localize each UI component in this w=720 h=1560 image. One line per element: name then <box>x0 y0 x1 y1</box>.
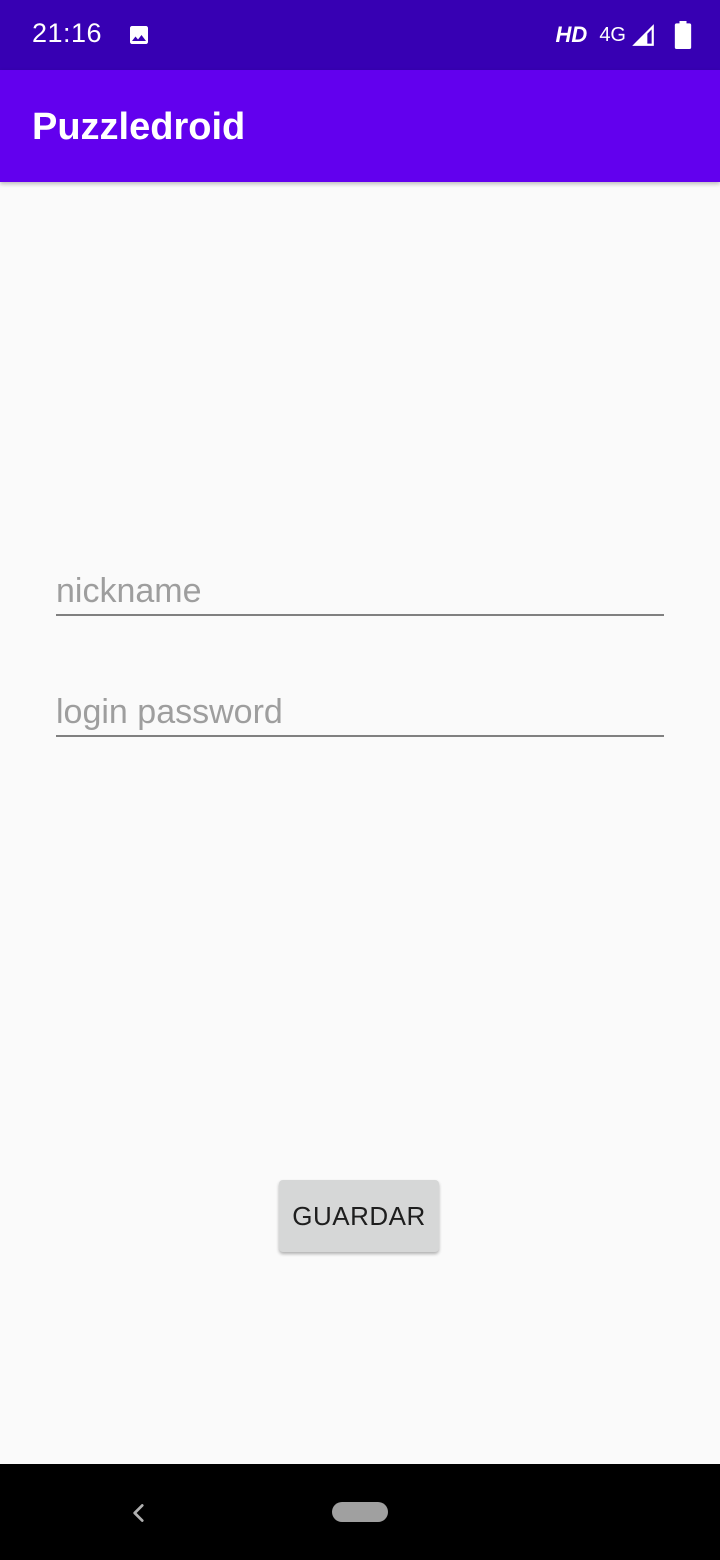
password-input[interactable] <box>56 677 664 735</box>
signal-icon <box>632 24 654 46</box>
app-bar: Puzzledroid <box>0 70 720 182</box>
nickname-input[interactable] <box>56 556 664 614</box>
nickname-field <box>56 556 664 616</box>
app-title: Puzzledroid <box>32 106 246 148</box>
network-label: 4G <box>599 23 626 46</box>
image-icon <box>130 26 148 44</box>
back-icon[interactable] <box>126 1500 152 1526</box>
battery-icon <box>674 21 692 49</box>
save-button[interactable]: GUARDAR <box>279 1180 439 1252</box>
password-field <box>56 677 664 737</box>
hd-label: HD <box>555 22 588 47</box>
status-bar: 21:16 HD 4G <box>0 0 720 70</box>
home-pill[interactable] <box>332 1502 388 1522</box>
status-indicators: HD 4G <box>556 20 692 50</box>
status-time: 21:16 <box>32 18 103 48</box>
